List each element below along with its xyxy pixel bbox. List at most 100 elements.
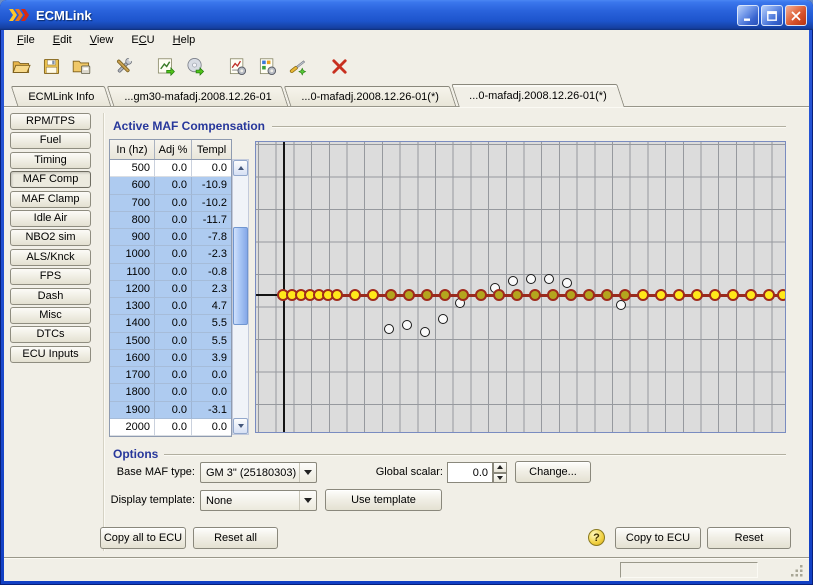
tab-2[interactable]: ...gm30-mafadj.2008.12.26-01	[107, 86, 289, 106]
adjustment-point[interactable]	[565, 289, 577, 301]
sidebar-item-ecu-inputs[interactable]: ECU Inputs	[10, 346, 91, 363]
adjustment-point[interactable]	[745, 289, 757, 301]
menu-help[interactable]: Help	[164, 32, 205, 49]
adjustment-point[interactable]	[583, 289, 595, 301]
table-scrollbar[interactable]	[232, 159, 249, 435]
adjustment-point[interactable]	[457, 289, 469, 301]
table-row[interactable]: 19000.0-3.1	[110, 402, 231, 419]
adjustment-point[interactable]	[763, 289, 775, 301]
cell-templ[interactable]: -10.2	[192, 195, 231, 212]
copy-to-ecu-button[interactable]: Copy to ECU	[615, 527, 701, 549]
display-settings-button[interactable]	[254, 53, 280, 79]
menu-edit[interactable]: Edit	[44, 32, 81, 49]
sidebar-item-fps[interactable]: FPS	[10, 268, 91, 285]
sidebar-item-dash[interactable]: Dash	[10, 288, 91, 305]
adjustment-point[interactable]	[349, 289, 361, 301]
cell-adj[interactable]: 0.0	[155, 315, 192, 332]
menu-file[interactable]: File	[8, 32, 44, 49]
tune-button[interactable]	[284, 53, 310, 79]
adjustment-point[interactable]	[511, 289, 523, 301]
combo-arrow-icon[interactable]	[299, 491, 316, 510]
sidebar-item-maf-comp[interactable]: MAF Comp	[10, 171, 91, 188]
table-row[interactable]: 14000.05.5	[110, 315, 231, 332]
cell-templ[interactable]: 5.5	[192, 315, 231, 332]
cell-adj[interactable]: 0.0	[155, 212, 192, 229]
cell-templ[interactable]: -0.8	[192, 264, 231, 281]
cell-adj[interactable]: 0.0	[155, 333, 192, 350]
adjustment-point[interactable]	[601, 289, 613, 301]
sidebar-item-fuel[interactable]: Fuel	[10, 132, 91, 149]
cell-templ[interactable]: -7.8	[192, 229, 231, 246]
cell-templ[interactable]: 0.0	[192, 160, 231, 177]
scrollbar-thumb[interactable]	[233, 227, 248, 325]
cell-templ[interactable]: -11.7	[192, 212, 231, 229]
cell-in-hz[interactable]: 1800	[110, 384, 155, 401]
cell-adj[interactable]: 0.0	[155, 229, 192, 246]
cell-adj[interactable]: 0.0	[155, 298, 192, 315]
scroll-down-button[interactable]	[233, 418, 248, 434]
table-row[interactable]: 13000.04.7	[110, 298, 231, 315]
cell-in-hz[interactable]: 2000	[110, 419, 155, 436]
cell-in-hz[interactable]: 1300	[110, 298, 155, 315]
sidebar-item-maf-clamp[interactable]: MAF Clamp	[10, 191, 91, 208]
cell-in-hz[interactable]: 700	[110, 195, 155, 212]
cell-adj[interactable]: 0.0	[155, 384, 192, 401]
table-row[interactable]: 17000.00.0	[110, 367, 231, 384]
adjustment-point[interactable]	[619, 289, 631, 301]
open-file-button[interactable]	[8, 53, 34, 79]
table-row[interactable]: 5000.00.0	[110, 160, 231, 177]
close-file-button[interactable]	[326, 53, 352, 79]
adjustment-point[interactable]	[673, 289, 685, 301]
reset-all-button[interactable]: Reset all	[193, 527, 278, 549]
adjustment-point[interactable]	[367, 289, 379, 301]
col-header-adj[interactable]: Adj %	[155, 140, 192, 159]
table-row[interactable]: 12000.02.3	[110, 281, 231, 298]
export-cd-button[interactable]	[182, 53, 208, 79]
adjustment-point[interactable]	[777, 289, 786, 301]
table-row[interactable]: 6000.0-10.9	[110, 177, 231, 194]
sidebar-item-dtcs[interactable]: DTCs	[10, 326, 91, 343]
cell-templ[interactable]: 4.7	[192, 298, 231, 315]
adjustment-point[interactable]	[547, 289, 559, 301]
table-row[interactable]: 11000.0-0.8	[110, 264, 231, 281]
table-row[interactable]: 18000.00.0	[110, 384, 231, 401]
use-template-button[interactable]: Use template	[325, 489, 442, 511]
tools-button[interactable]	[110, 53, 136, 79]
cell-adj[interactable]: 0.0	[155, 402, 192, 419]
tab-1[interactable]: ECMLink Info	[11, 86, 112, 106]
adjustment-point[interactable]	[385, 289, 397, 301]
sidebar-item-rpm-tps[interactable]: RPM/TPS	[10, 113, 91, 130]
sidebar-item-idle-air[interactable]: Idle Air	[10, 210, 91, 227]
cell-adj[interactable]: 0.0	[155, 419, 192, 436]
col-header-templ[interactable]: Templ	[192, 140, 231, 159]
adjustment-point[interactable]	[691, 289, 703, 301]
cell-templ[interactable]: 3.9	[192, 350, 231, 367]
cell-in-hz[interactable]: 600	[110, 177, 155, 194]
cell-in-hz[interactable]: 1900	[110, 402, 155, 419]
sidebar-item-als-knck[interactable]: ALS/Knck	[10, 249, 91, 266]
minimize-button[interactable]	[737, 5, 759, 26]
stepper-down-button[interactable]	[493, 473, 507, 484]
col-header-in-hz[interactable]: In (hz)	[110, 140, 155, 159]
sidebar-item-misc[interactable]: Misc	[10, 307, 91, 324]
cell-adj[interactable]: 0.0	[155, 160, 192, 177]
adjustment-point[interactable]	[439, 289, 451, 301]
cell-in-hz[interactable]: 900	[110, 229, 155, 246]
export-chart-button[interactable]	[152, 53, 178, 79]
cell-templ[interactable]: 0.0	[192, 419, 231, 436]
sidebar-item-timing[interactable]: Timing	[10, 152, 91, 169]
adjustment-point[interactable]	[475, 289, 487, 301]
adjustment-point[interactable]	[331, 289, 343, 301]
cell-adj[interactable]: 0.0	[155, 367, 192, 384]
global-scalar-input[interactable]: 0.0	[447, 462, 493, 483]
adjustment-point[interactable]	[655, 289, 667, 301]
scroll-up-button[interactable]	[233, 160, 248, 176]
tab-3[interactable]: ...0-mafadj.2008.12.26-01(*)	[284, 86, 456, 106]
display-template-select[interactable]: None	[200, 490, 317, 511]
adjustment-point[interactable]	[637, 289, 649, 301]
help-icon[interactable]: ?	[588, 529, 605, 546]
cell-templ[interactable]: -3.1	[192, 402, 231, 419]
reset-button[interactable]: Reset	[707, 527, 791, 549]
cell-in-hz[interactable]: 800	[110, 212, 155, 229]
change-button[interactable]: Change...	[515, 461, 591, 483]
